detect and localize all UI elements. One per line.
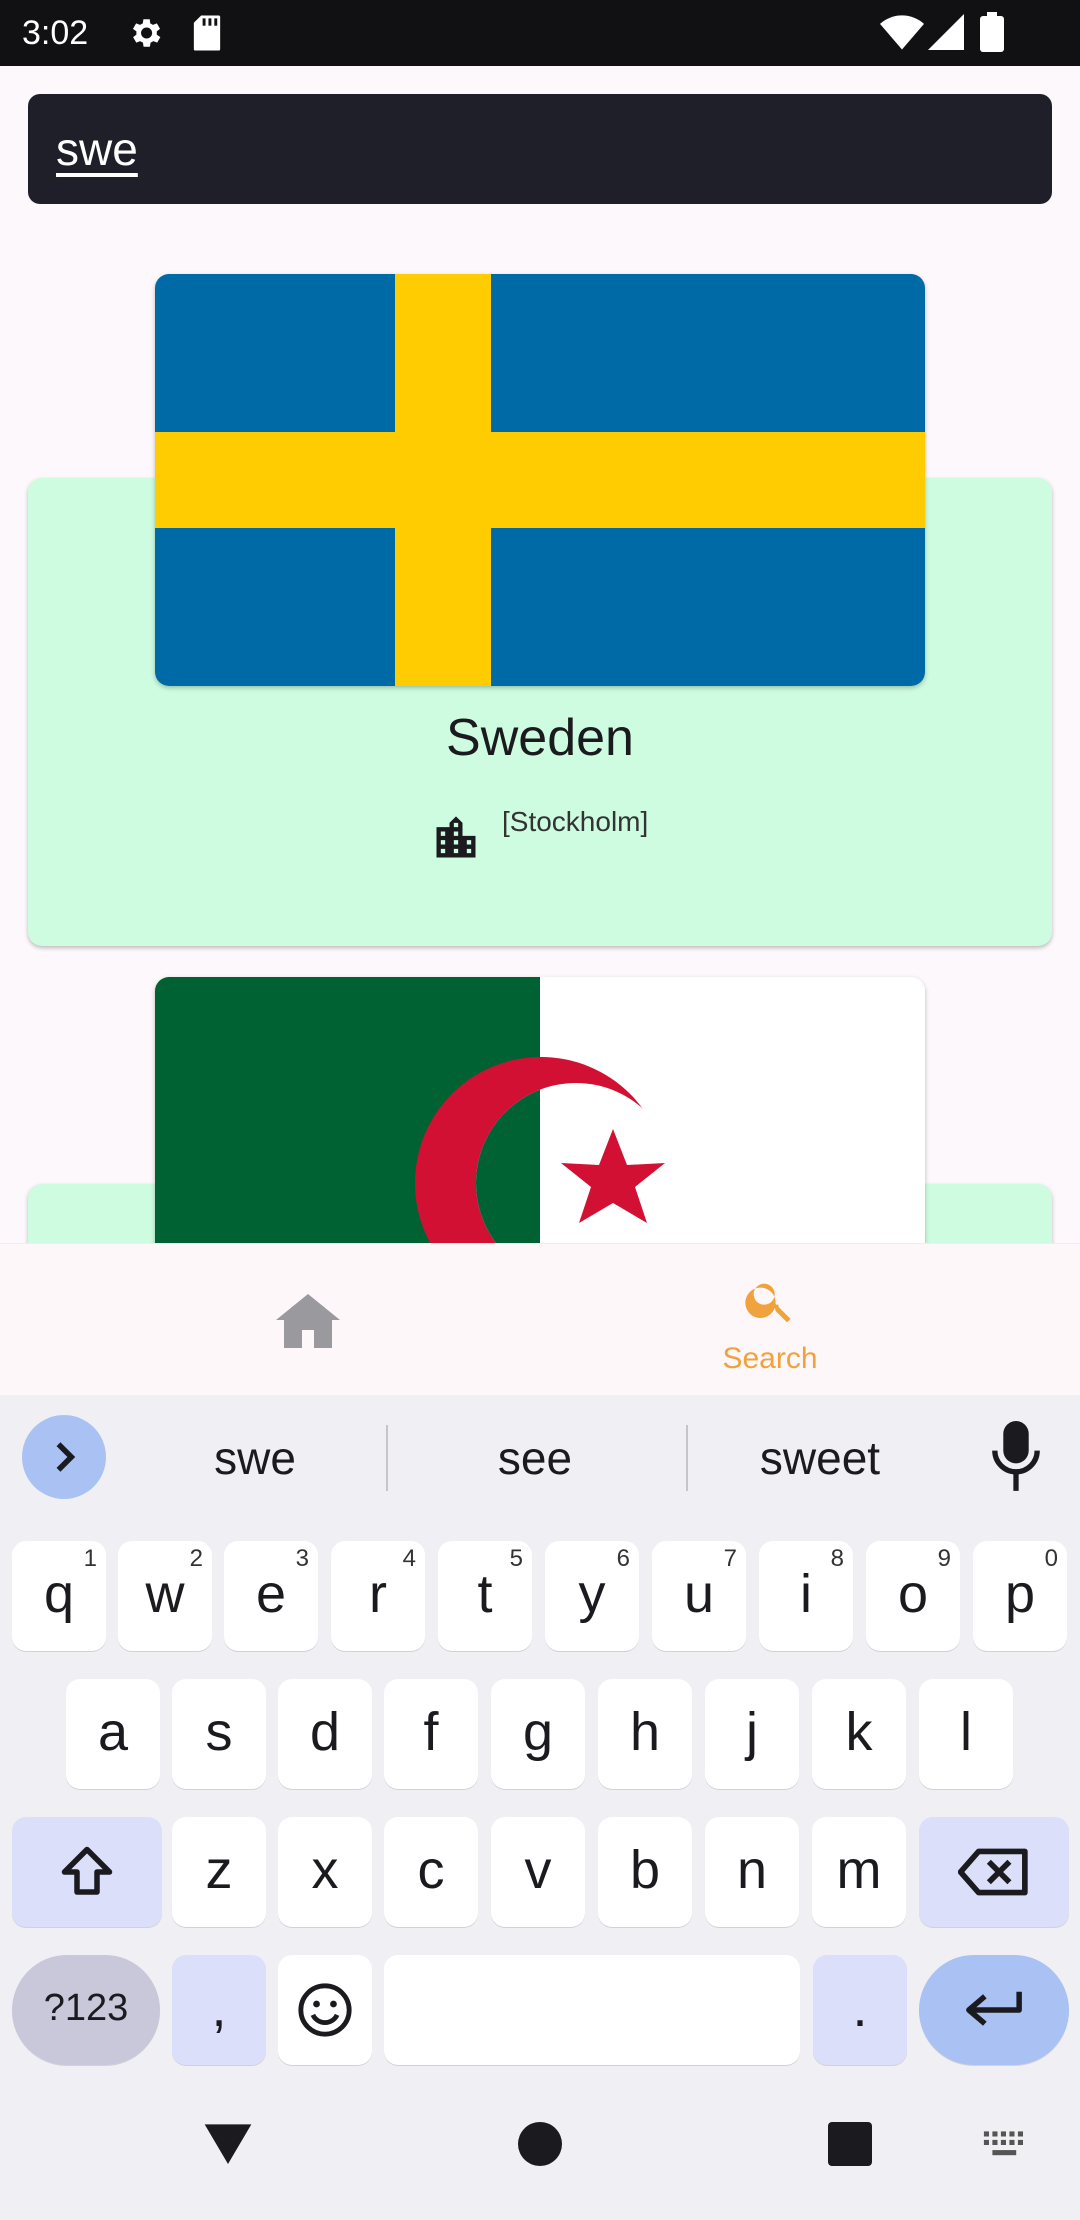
- shift-key[interactable]: [12, 1817, 162, 1927]
- search-input[interactable]: [56, 94, 1016, 204]
- key-x[interactable]: x: [278, 1817, 372, 1927]
- suggestion-1[interactable]: swe: [140, 1425, 370, 1491]
- home-button-icon[interactable]: [516, 2120, 564, 2168]
- city-icon: [436, 816, 476, 858]
- recents-icon[interactable]: [826, 2120, 874, 2168]
- backspace-key[interactable]: [919, 1817, 1069, 1927]
- wifi-icon: [880, 15, 924, 50]
- key-w[interactable]: w2: [118, 1541, 212, 1651]
- key-k[interactable]: k: [812, 1679, 906, 1789]
- enter-key[interactable]: [919, 1955, 1069, 2065]
- backspace-icon: [958, 1848, 1028, 1896]
- key-h[interactable]: h: [598, 1679, 692, 1789]
- key-o[interactable]: o9: [866, 1541, 960, 1651]
- key-r[interactable]: r4: [331, 1541, 425, 1651]
- key-e[interactable]: e3: [224, 1541, 318, 1651]
- key-p[interactable]: p0: [973, 1541, 1067, 1651]
- period-key[interactable]: .: [813, 1955, 907, 2065]
- suggestion-expand-button[interactable]: [22, 1415, 106, 1499]
- algeria-flag[interactable]: [155, 977, 925, 1243]
- enter-icon: [966, 1991, 1022, 2026]
- cell-signal-icon: [928, 14, 964, 50]
- key-b[interactable]: b: [598, 1817, 692, 1927]
- key-l[interactable]: l: [919, 1679, 1013, 1789]
- bottom-navigation: Search: [0, 1243, 1080, 1395]
- key-s[interactable]: s: [172, 1679, 266, 1789]
- key-y[interactable]: y6: [545, 1541, 639, 1651]
- results-list[interactable]: Sweden [Stockholm]: [0, 230, 1080, 1243]
- suggestion-divider: [386, 1425, 388, 1491]
- suggestion-3[interactable]: sweet: [700, 1425, 940, 1491]
- key-c[interactable]: c: [384, 1817, 478, 1927]
- key-u[interactable]: u7: [652, 1541, 746, 1651]
- nav-search-tab[interactable]: Search: [700, 1272, 840, 1382]
- suggestion-2[interactable]: see: [400, 1425, 670, 1491]
- key-z[interactable]: z: [172, 1817, 266, 1927]
- soft-keyboard: swe see sweet q1 w2 e3 r4 t5 y6 u7 i8 o9…: [0, 1395, 1080, 2070]
- country-name: Sweden: [446, 709, 634, 767]
- sweden-flag-image: [155, 274, 925, 686]
- system-navigation-bar: [0, 2070, 1080, 2220]
- home-icon[interactable]: [260, 1294, 356, 1350]
- space-key[interactable]: [384, 1955, 800, 2065]
- key-q[interactable]: q1: [12, 1541, 106, 1651]
- algeria-flag-image: [155, 977, 925, 1243]
- sweden-flag[interactable]: [155, 274, 925, 686]
- key-v[interactable]: v: [491, 1817, 585, 1927]
- keyboard-switch-icon[interactable]: [982, 2128, 1030, 2162]
- search-field[interactable]: [28, 94, 1052, 204]
- key-n[interactable]: n: [705, 1817, 799, 1927]
- emoji-icon: [298, 1983, 352, 2037]
- sd-card-icon: [193, 15, 221, 51]
- key-a[interactable]: a: [66, 1679, 160, 1789]
- key-m[interactable]: m: [812, 1817, 906, 1927]
- key-d[interactable]: d: [278, 1679, 372, 1789]
- shift-icon: [61, 1846, 113, 1895]
- capital-text: [Stockholm]: [502, 806, 649, 837]
- settings-gear-icon: [132, 19, 161, 47]
- key-i[interactable]: i8: [759, 1541, 853, 1651]
- microphone-icon[interactable]: [990, 1421, 1042, 1493]
- battery-icon: [980, 12, 1004, 52]
- suggestion-divider: [686, 1425, 688, 1491]
- key-f[interactable]: f: [384, 1679, 478, 1789]
- chevron-right-icon: [56, 1442, 76, 1472]
- key-j[interactable]: j: [705, 1679, 799, 1789]
- back-icon[interactable]: [200, 2115, 256, 2171]
- status-time: 3:02: [22, 14, 89, 52]
- search-icon: [745, 1283, 791, 1323]
- key-g[interactable]: g: [491, 1679, 585, 1789]
- symbols-key[interactable]: ?123: [12, 1955, 160, 2065]
- emoji-key[interactable]: [278, 1955, 372, 2065]
- nav-search-label: Search: [722, 1342, 818, 1375]
- key-t[interactable]: t5: [438, 1541, 532, 1651]
- status-bar: 3:02: [0, 0, 1080, 66]
- comma-key[interactable]: ,: [172, 1955, 266, 2065]
